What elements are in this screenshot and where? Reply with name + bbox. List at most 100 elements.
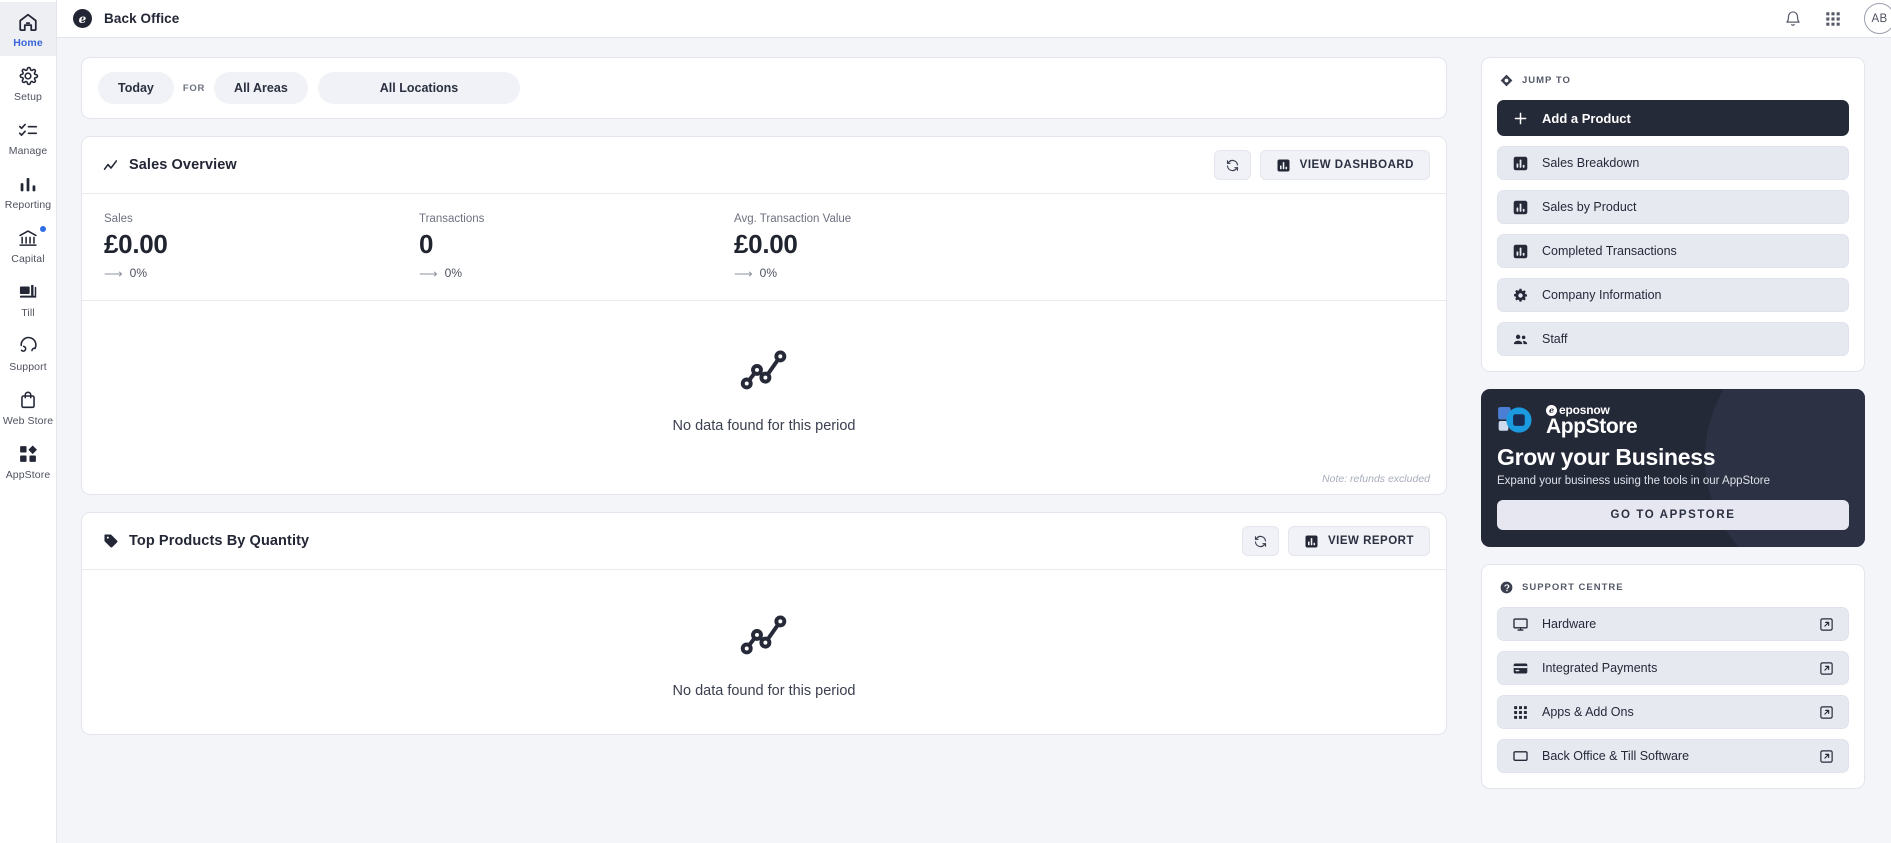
sidebar-item-setup[interactable]: Setup [0, 56, 56, 110]
main-column: Today FOR All Areas All Locations Sales … [57, 38, 1471, 843]
support-centre-panel: SUPPORT CENTRE Hardware Integrated Payme… [1481, 564, 1865, 789]
location-filter-button[interactable]: All Locations [317, 72, 521, 104]
bar-chart-icon [17, 173, 39, 195]
kpi-delta-value: 0% [444, 266, 462, 281]
for-label: FOR [182, 82, 206, 94]
bar-chart-icon [1512, 199, 1529, 216]
app-root: Home Setup Manage Reporting Capital Till… [0, 0, 1891, 843]
period-filter-button[interactable]: Today [98, 72, 174, 104]
sales-overview-title: Sales Overview [129, 157, 237, 173]
card-icon [1512, 660, 1529, 677]
sidebar-item-manage[interactable]: Manage [0, 110, 56, 164]
sales-overview-actions: VIEW DASHBOARD [1213, 150, 1430, 180]
sidebar-item-home[interactable]: Home [0, 2, 56, 56]
sidebar-item-label: Till [21, 307, 35, 319]
area-filter-button[interactable]: All Areas [214, 72, 308, 104]
view-dashboard-button[interactable]: VIEW DASHBOARD [1259, 150, 1430, 180]
header-actions: AB [1784, 3, 1891, 34]
people-icon [1512, 331, 1529, 348]
appstore-mark-icon [1497, 405, 1536, 437]
kpi-delta: ⟶ 0% [734, 266, 1049, 280]
kpi-delta-value: 0% [129, 266, 147, 281]
sidebar-item-web-store[interactable]: Web Store [0, 380, 56, 434]
external-link-icon [1819, 617, 1834, 632]
top-products-title: Top Products By Quantity [129, 533, 310, 550]
support-item-label: Hardware [1542, 617, 1597, 631]
support-item-label: Integrated Payments [1542, 661, 1658, 675]
avatar[interactable]: AB [1864, 3, 1891, 34]
sidebar-item-label: AppStore [5, 469, 51, 481]
sidebar-item-capital[interactable]: Capital [0, 218, 56, 272]
kpi-sales: Sales £0.00 ⟶ 0% [104, 213, 419, 280]
jump-to-item-sales-by-product[interactable]: Sales by Product [1497, 190, 1849, 224]
view-report-label: VIEW REPORT [1327, 535, 1414, 548]
view-report-button[interactable]: VIEW REPORT [1287, 526, 1430, 557]
line-chart-icon [736, 341, 792, 397]
top-products-empty-state: No data found for this period [82, 570, 1446, 734]
jump-to-item-sales-breakdown[interactable]: Sales Breakdown [1497, 146, 1849, 180]
kpi-value: £0.00 [104, 229, 168, 259]
jump-to-item-staff[interactable]: Staff [1497, 322, 1849, 356]
go-to-appstore-button[interactable]: GO TO APPSTORE [1497, 500, 1849, 530]
add-a-product-button[interactable]: Add a Product [1497, 100, 1849, 136]
refresh-icon[interactable] [1213, 150, 1251, 180]
sidebar-item-label: Web Store [2, 415, 54, 427]
sidebar-item-appstore[interactable]: AppStore [0, 434, 56, 488]
appstore-promo-banner: e eposnow AppStore Grow your Business Ex… [1481, 389, 1865, 547]
jump-to-item-completed-transactions[interactable]: Completed Transactions [1497, 234, 1849, 268]
sales-overview-header: Sales Overview VIEW DASHBOARD [82, 137, 1446, 194]
kpi-delta: ⟶ 0% [419, 266, 734, 280]
empty-state-message: No data found for this period [672, 417, 856, 434]
bag-icon [17, 389, 39, 411]
sidebar-item-label: Reporting [4, 199, 52, 211]
promo-subtext: Expand your business using the tools in … [1497, 475, 1770, 487]
bar-chart-icon [1276, 158, 1291, 173]
checklist-icon [17, 119, 39, 141]
support-item-integrated-payments[interactable]: Integrated Payments [1497, 651, 1849, 685]
jump-to-item-company-information[interactable]: Company Information [1497, 278, 1849, 312]
help-icon [1499, 580, 1514, 595]
jump-to-heading: JUMP TO [1497, 71, 1849, 100]
appstore-product-label: AppStore [1546, 415, 1638, 438]
promo-headline: Grow your Business [1497, 444, 1716, 470]
sales-kpi-row: Sales £0.00 ⟶ 0% Transactions 0 ⟶ 0% Avg… [82, 194, 1446, 302]
sidebar-item-till[interactable]: Till [0, 272, 56, 326]
brand: e Back Office [73, 9, 179, 28]
line-chart-icon [736, 606, 792, 662]
external-link-icon [1819, 705, 1834, 720]
support-item-hardware[interactable]: Hardware [1497, 607, 1849, 641]
till-icon [17, 281, 39, 303]
kpi-label: Transactions [419, 213, 485, 225]
support-item-apps-add-ons[interactable]: Apps & Add Ons [1497, 695, 1849, 729]
support-item-back-office-till-software[interactable]: Back Office & Till Software [1497, 739, 1849, 773]
eposnow-logo-icon: e [1546, 404, 1557, 416]
sidebar-item-label: Support [9, 361, 47, 373]
dashboard-body: Today FOR All Areas All Locations Sales … [57, 38, 1891, 843]
add-a-product-label: Add a Product [1542, 110, 1631, 126]
appstore-logo: e eposnow AppStore [1497, 404, 1849, 437]
gear-icon [1512, 287, 1529, 304]
trend-flat-icon: ⟶ [734, 265, 753, 281]
jump-to-item-label: Completed Transactions [1542, 244, 1677, 258]
kpi-label: Avg. Transaction Value [734, 213, 852, 225]
sidebar-item-support[interactable]: Support [0, 326, 56, 380]
refresh-icon[interactable] [1241, 526, 1279, 557]
grid-apps-icon [1512, 704, 1529, 721]
screen-icon [1512, 748, 1529, 765]
sidebar-item-reporting[interactable]: Reporting [0, 164, 56, 218]
grid-apps-icon[interactable] [1824, 10, 1842, 28]
page-title: Back Office [104, 11, 180, 26]
support-item-label: Apps & Add Ons [1542, 705, 1634, 719]
external-link-icon [1819, 661, 1834, 676]
top-products-actions: VIEW REPORT [1241, 526, 1430, 557]
content-column: e Back Office AB Today FOR All Areas All… [57, 0, 1891, 843]
capital-notification-badge [40, 226, 46, 232]
jump-icon [1499, 73, 1514, 88]
support-centre-heading: SUPPORT CENTRE [1497, 578, 1849, 607]
jump-to-panel: JUMP TO Add a Product Sales Breakdown Sa… [1481, 57, 1865, 372]
plus-icon [1512, 110, 1529, 127]
top-products-title-group: Top Products By Quantity [102, 532, 309, 550]
kpi-value: £0.00 [734, 229, 798, 259]
bell-icon[interactable] [1784, 10, 1802, 28]
apps-icon [17, 443, 39, 465]
